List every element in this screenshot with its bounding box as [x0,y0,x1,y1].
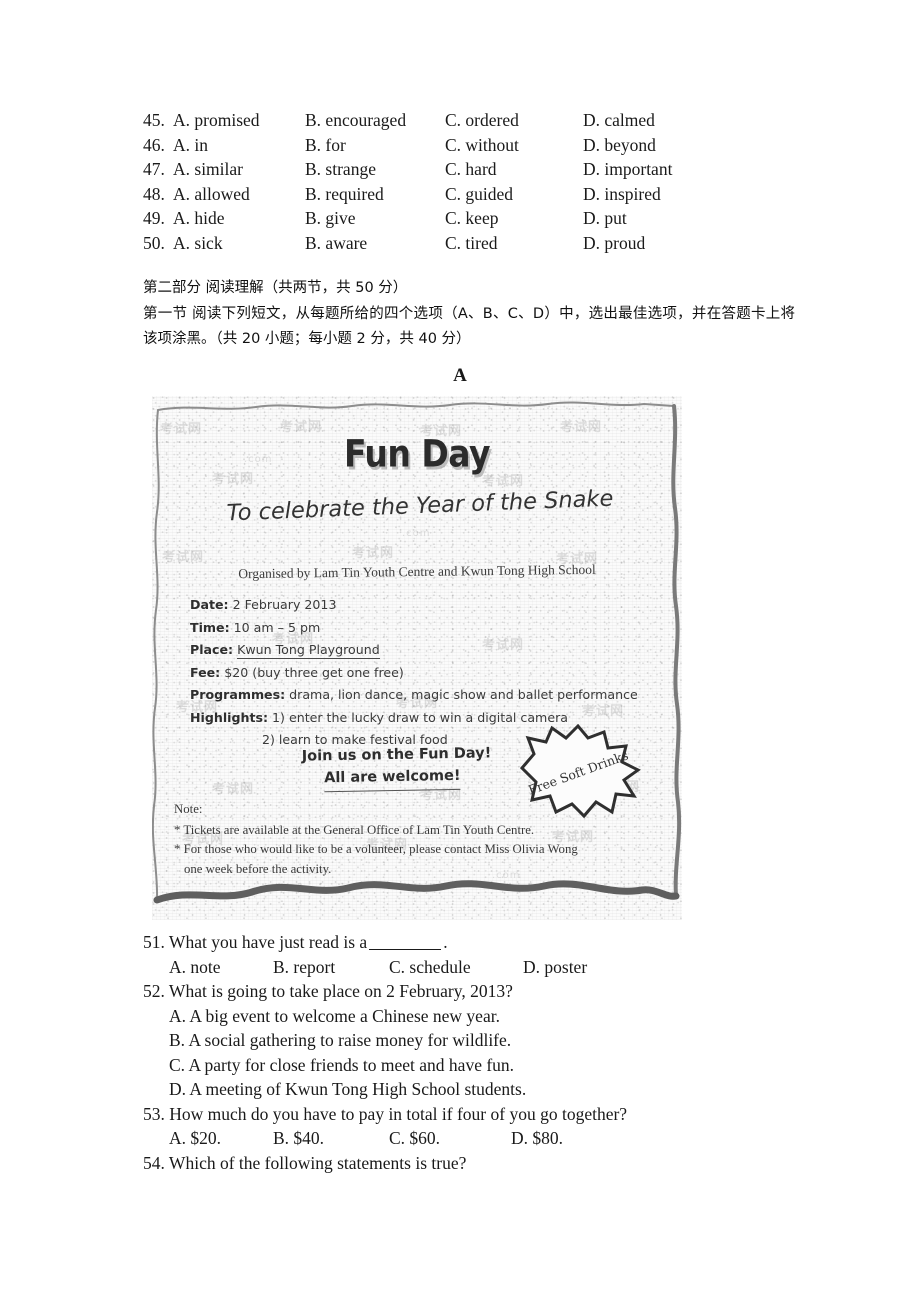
option-b[interactable]: B. $40. [273,1126,389,1151]
option-c[interactable]: C. A party for close friends to meet and… [143,1053,823,1078]
cloze-option-c: C. without [445,134,519,155]
cloze-number: 50. [143,232,165,253]
cloze-options-block: 45. A. promised B. encouraged C. ordered… [143,108,803,255]
cloze-option-c: C. tired [445,232,498,253]
question-stem: 52. What is going to take place on 2 Feb… [143,981,513,1001]
question-stem-text: 51. What you have just read is a [143,932,368,952]
question-options: A. $20. B. $40. C. $60. D. $80. [143,1126,823,1151]
option-b[interactable]: B. report [273,955,389,980]
answer-blank [369,949,442,950]
note-item: * Tickets are available at the General O… [174,822,535,837]
cloze-option-b: B. for [305,134,346,155]
poster-content: Fun Day To celebrate the Year of the Sna… [152,396,682,920]
question-stem: 53. How much do you have to pay in total… [143,1103,628,1124]
option-a[interactable]: A. A big event to welcome a Chinese new … [143,1004,823,1029]
detail-label: Time: [190,619,230,635]
cloze-option-d: D. important [583,159,673,179]
note-continuation: one week before the activity. [184,861,332,876]
cloze-option-c: C. ordered [445,110,519,130]
detail-value: 10 am – 5 pm [233,619,321,635]
cloze-number: 47. [143,159,165,179]
detail-label: Date: [190,597,229,612]
cloze-option-b: B. encouraged [305,110,407,130]
option-a[interactable]: A. $20. [169,1126,273,1151]
cloze-option-d: D. proud [583,232,646,253]
option-c[interactable]: C. schedule [389,955,523,980]
cloze-row: 50. A. sick B. aware C. tired D. proud [143,231,803,256]
detail-value: 1) enter the lucky draw to win a digital… [272,709,568,725]
detail-label: Place: [190,642,234,657]
poster-call-to-action: Join us on the Fun Day! All are welcome! [301,742,492,793]
poster-subtitle: To celebrate the Year of the Snake [226,485,614,527]
cloze-row: 47. A. similar B. strange C. hard D. imp… [143,157,803,182]
cloze-row: 48. A. allowed B. required C. guided D. … [143,182,803,207]
cloze-number: 46. [143,134,165,155]
cloze-option-c: C. hard [445,159,497,179]
detail-value: $20 (buy three get one free) [224,664,404,680]
cloze-number: 49. [143,208,165,228]
option-d[interactable]: D. poster [523,955,633,980]
detail-value: drama, lion dance, magic show and ballet… [289,687,638,702]
cloze-option-a: A. promised [173,110,260,130]
cloze-option-b: B. required [305,183,384,204]
cloze-option-a: A. in [173,134,208,155]
cloze-option-d: D. beyond [583,134,656,155]
detail-row-fee: Fee: $20 (buy three get one free) [190,662,660,685]
call-line-1: Join us on the Fun Day! [301,745,492,765]
option-a[interactable]: A. note [169,955,273,980]
cloze-option-a: A. sick [173,232,223,253]
poster-note-block: Note: * Tickets are available at the Gen… [174,800,654,879]
cloze-option-d: D. inspired [583,183,661,204]
note-title: Note: [174,802,203,816]
cloze-row: 49. A. hide B. give C. keep D. put [143,206,803,231]
cloze-option-d: D. calmed [583,110,655,130]
detail-value: Kwun Tong Playground [237,642,380,659]
exam-page: 45. A. promised B. encouraged C. ordered… [0,0,920,1302]
cloze-option-b: B. aware [305,232,368,253]
note-item: * For those who would like to be a volun… [174,842,578,856]
option-b[interactable]: B. A social gathering to raise money for… [143,1028,823,1053]
poster-canvas: 考试网 考试网 考试网 考试网 .com 考试网 考试网 .com 考试网 考试… [152,396,682,920]
detail-value: 2 February 2013 [232,597,337,612]
cloze-option-c: C. keep [445,208,499,228]
cloze-option-c: C. guided [445,183,514,204]
poster-image: 考试网 考试网 考试网 考试网 .com 考试网 考试网 .com 考试网 考试… [152,396,682,920]
detail-label: Programmes: [190,687,286,702]
cloze-option-b: B. strange [305,159,376,179]
detail-row-programmes: Programmes: drama, lion dance, magic sho… [190,684,660,707]
question-54: 54. Which of the following statements is… [143,1151,823,1176]
cloze-option-a: A. allowed [173,183,250,204]
detail-row-date: Date: 2 February 2013 [190,594,660,617]
cloze-option-b: B. give [305,208,356,228]
cloze-option-a: A. similar [173,159,243,179]
cloze-number: 48. [143,183,165,204]
option-c[interactable]: C. $60. [389,1126,511,1151]
cloze-row: 46. A. in B. for C. without D. beyond [143,133,803,158]
cloze-option-d: D. put [583,208,627,228]
cloze-row: 45. A. promised B. encouraged C. ordered… [143,108,803,133]
section-letter: A [453,365,467,386]
questions-block: 51. What you have just read is a. A. not… [143,930,823,1175]
section-instructions: 第一节 阅读下列短文，从每题所给的四个选项（A、B、C、D）中，选出最佳选项，并… [143,305,795,348]
option-d[interactable]: D. $80. [511,1126,621,1151]
detail-label: Fee: [190,664,221,680]
instructions-block: 第二部分 阅读理解（共两节，共 50 分） 第一节 阅读下列短文，从每题所给的四… [143,276,795,353]
option-d[interactable]: D. A meeting of Kwun Tong High School st… [143,1077,823,1102]
cloze-number: 45. [143,110,165,130]
question-options: A. note B. report C. schedule D. poster [143,955,823,980]
detail-row-time: Time: 10 am – 5 pm [190,617,660,640]
part-heading: 第二部分 阅读理解（共两节，共 50 分） [143,280,408,296]
question-stem: 54. Which of the following statements is… [143,1152,467,1173]
detail-row-place: Place: Kwun Tong Playground [190,639,660,662]
call-line-2: All are welcome! [323,764,461,793]
poster-organiser: Organised by Lam Tin Youth Centre and Kw… [238,561,596,582]
question-52: 52. What is going to take place on 2 Feb… [143,979,823,1102]
poster-title: Fun Day [343,431,491,476]
question-51: 51. What you have just read is a. A. not… [143,930,823,979]
question-53: 53. How much do you have to pay in total… [143,1102,823,1151]
question-stem-tail: . [443,932,448,952]
cloze-option-a: A. hide [173,208,225,228]
detail-label: Highlights: [190,709,269,725]
question-stem: 51. What you have just read is a. [143,930,823,955]
